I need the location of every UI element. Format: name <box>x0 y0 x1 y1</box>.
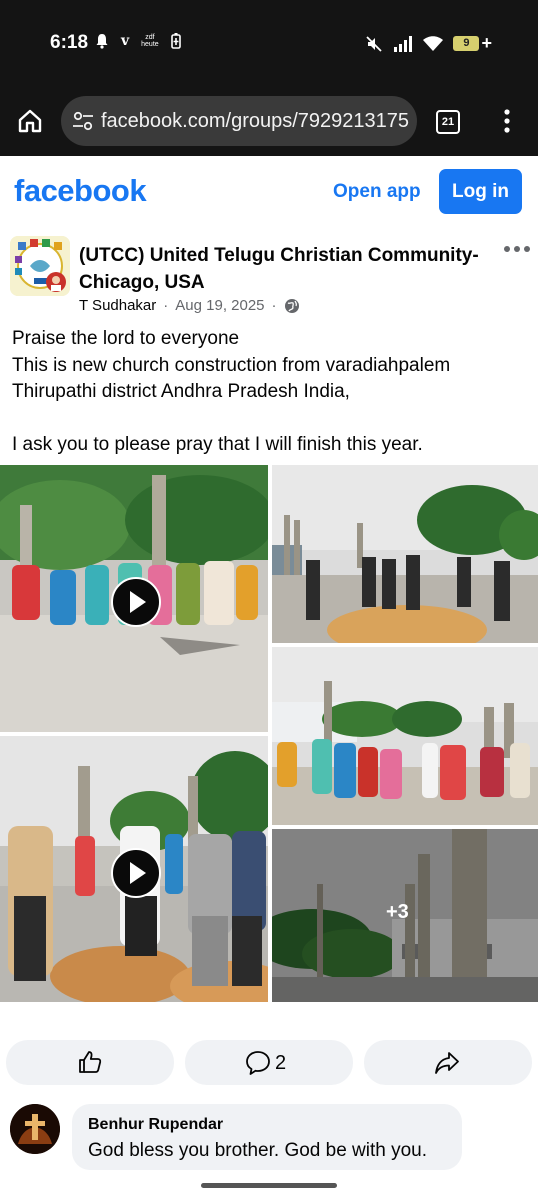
gesture-home-indicator[interactable] <box>201 1183 337 1188</box>
login-button[interactable]: Log in <box>439 169 522 214</box>
status-right-icons: 9 + <box>365 33 492 54</box>
post-video-2[interactable] <box>0 736 268 1002</box>
comment-button[interactable] <box>185 1040 353 1085</box>
site-settings-icon[interactable] <box>71 96 95 146</box>
zdf-heute-icon: zdf heute <box>141 34 159 48</box>
commenter-avatar[interactable] <box>10 1104 60 1154</box>
carrier-v-icon: v <box>121 33 130 49</box>
thumbs-up-icon <box>79 1051 102 1073</box>
post-date[interactable]: Aug 19, 2025 <box>175 297 264 314</box>
status-bar: 6:18 v zdf heute 9 + <box>0 0 538 86</box>
battery-icon: 9 <box>453 36 480 51</box>
facebook-logo[interactable]: facebook <box>14 173 147 209</box>
photo-thumbnail-1 <box>272 465 538 643</box>
post-photo-1[interactable] <box>272 465 538 643</box>
post-photo-3[interactable]: +3 <box>272 829 538 1002</box>
post-body-text: Praise the lord to everyone This is new … <box>12 328 451 455</box>
notification-bell-icon <box>96 34 108 49</box>
url-text[interactable]: facebook.com/groups/7929213175 <box>101 96 409 146</box>
group-avatar[interactable] <box>10 236 70 296</box>
post-options-icon[interactable] <box>503 244 531 254</box>
post-header: (UTCC) United Telugu Christian Community… <box>0 232 538 322</box>
photo-thumbnail-2 <box>272 647 538 825</box>
more-photos-count[interactable]: +3 <box>386 901 409 924</box>
battery-saver-icon <box>170 33 181 49</box>
group-name-link[interactable]: (UTCC) United Telugu Christian Community… <box>79 242 494 296</box>
post-author-link[interactable]: T Sudhakar <box>79 297 156 314</box>
commenter-name-link[interactable]: Benhur Rupendar <box>88 1116 223 1134</box>
comment-text: God bless you brother. God be with you. <box>88 1140 428 1161</box>
share-icon <box>435 1052 459 1074</box>
overflow-menu-icon[interactable] <box>497 108 517 134</box>
browser-toolbar: facebook.com/groups/7929213175 21 <box>0 86 538 156</box>
post-photo-2[interactable] <box>272 647 538 825</box>
group-logo-icon <box>10 236 70 296</box>
home-icon[interactable] <box>17 108 43 134</box>
address-bar[interactable]: facebook.com/groups/7929213175 <box>61 96 417 146</box>
meta-separator: · <box>271 297 277 314</box>
tab-switcher-button[interactable]: 21 <box>436 110 460 134</box>
play-icon[interactable] <box>111 577 161 627</box>
play-icon[interactable] <box>111 848 161 898</box>
globe-icon <box>284 298 299 313</box>
status-time: 6:18 <box>50 32 89 53</box>
wifi-icon <box>423 35 444 51</box>
comment-count[interactable]: 2 <box>275 1052 286 1075</box>
post-video-1[interactable] <box>0 465 268 732</box>
post-meta: T Sudhakar · Aug 19, 2025 · <box>79 297 300 314</box>
mute-icon <box>366 35 383 52</box>
open-app-link[interactable]: Open app <box>333 181 421 203</box>
status-left-icons: v zdf heute <box>95 33 181 49</box>
comment-icon <box>246 1051 270 1075</box>
avatar-image <box>10 1104 60 1154</box>
meta-separator: · <box>163 297 169 314</box>
comment-bubble: Benhur Rupendar God bless you brother. G… <box>72 1104 462 1170</box>
signal-icon <box>394 35 413 52</box>
charging-plus-icon: + <box>481 33 492 53</box>
like-button[interactable] <box>6 1040 174 1085</box>
share-button[interactable] <box>364 1040 532 1085</box>
facebook-header: facebook Open app Log in <box>0 156 538 228</box>
